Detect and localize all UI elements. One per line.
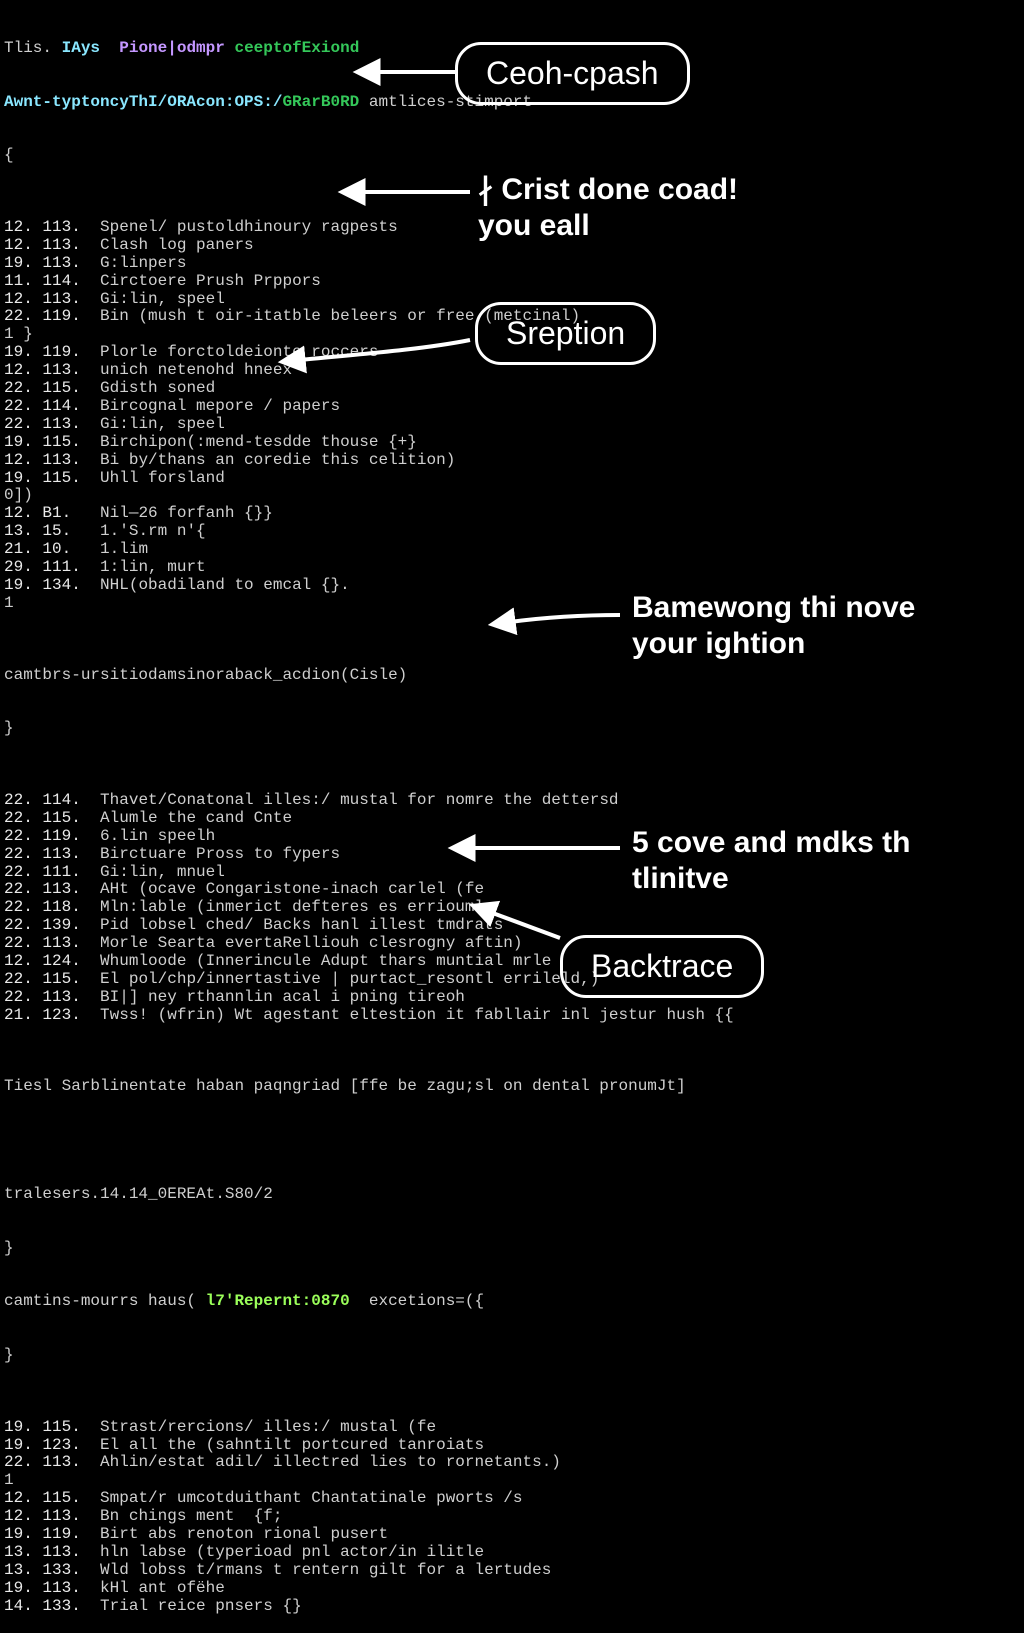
brace: {	[4, 147, 1024, 165]
header-line-2: Awnt-typtoncyThI/ORAcon:OPS:/GRarB0RD am…	[4, 94, 1024, 112]
trace-line: 11. 114. Circtoere Prush Prppors	[4, 273, 1024, 291]
trace-line: 22. 111. Gi:lin, mnuel	[4, 864, 1024, 882]
trace-line: 1	[4, 1472, 1024, 1490]
trace-line: 1	[4, 595, 1024, 613]
trace-line: 29. 111. 1:lin, murt	[4, 559, 1024, 577]
trace-line: 22. 114. Bircognal mepore / papers	[4, 398, 1024, 416]
trace-line: 21. 123. Twss! (wfrin) Wt agestant eltes…	[4, 1007, 1024, 1025]
trace-line: 1 }	[4, 326, 1024, 344]
trace-line: 13. 15. 1.'S.rm n'{	[4, 523, 1024, 541]
trace-line: 13. 113. hln labse (typerioad pnl actor/…	[4, 1544, 1024, 1562]
call-2: camtins-mourrs haus( l7'Repernt:0870 exc…	[4, 1293, 1024, 1311]
tail-1: Tiesl Sarblinentate haban paqngriad [ffe…	[4, 1078, 1024, 1096]
trace-line: 22. 115. Gdisth soned	[4, 380, 1024, 398]
trace-line: 19. 113. G:linpers	[4, 255, 1024, 273]
trace-line: 22. 119. 6.lin speelh	[4, 828, 1024, 846]
trace-line: 12. 113. Gi:lin, speel	[4, 291, 1024, 309]
trace-line: 14. 133. Trial reice pnsers {}	[4, 1598, 1024, 1616]
trace-line: 22. 113. Birctuare Pross to fypers	[4, 846, 1024, 864]
trace-line: 19. 123. El all the (sahntilt portcured …	[4, 1437, 1024, 1455]
trace-line: 22. 113. AHt (ocave Congaristone-inach c…	[4, 881, 1024, 899]
trace-line: 12. 113. Bn chings ment {f;	[4, 1508, 1024, 1526]
trace-line: 12. B1. Nil—26 forfanh {}}	[4, 505, 1024, 523]
terminal-output: Tlis. IAys Pione|odmpr ceeptofExiond Awn…	[0, 0, 1024, 1633]
trace-line: 19. 119. Birt abs renoton rional pusert	[4, 1526, 1024, 1544]
mid-call: camtbrs-ursitiodamsinoraback_acdion(Cisl…	[4, 667, 1024, 685]
trace-line: 22. 115. El pol/chp/innertastive | purta…	[4, 971, 1024, 989]
trace-line: 12. 124. Whumloode (Innerincule Adupt th…	[4, 953, 1024, 971]
trace-line: 21. 10. 1.lim	[4, 541, 1024, 559]
trace-line: 12. 115. Smpat/r umcotduithant Chantatin…	[4, 1490, 1024, 1508]
trace-line: 13. 133. Wld lobss t/rmans t rentern gil…	[4, 1562, 1024, 1580]
trace-line: 22. 118. Mln:lable (inmerict defteres es…	[4, 899, 1024, 917]
trace-line: 12. 113. Spenel/ pustoldhinoury ragpests	[4, 219, 1024, 237]
tail-2: tralesers.14.14_0EREAt.S80/2	[4, 1186, 1024, 1204]
trace-line: 22. 113. BI|] ney rthannlin acal i pning…	[4, 989, 1024, 1007]
trace-line: 12. 113. Bi by/thans an coredie this cel…	[4, 452, 1024, 470]
trace-line: 12. 113. unich netenohd hneex	[4, 362, 1024, 380]
trace-line: 22. 119. Bin (mush t oir-itatble beleers…	[4, 308, 1024, 326]
trace-line: 19. 119. Plorle forctoldeionte roccers	[4, 344, 1024, 362]
trace-line: 22. 114. Thavet/Conatonal illes:/ mustal…	[4, 792, 1024, 810]
trace-line: 22. 115. Alumle the cand Cnte	[4, 810, 1024, 828]
trace-line: 22. 113. Morle Searta evertaRelliouh cle…	[4, 935, 1024, 953]
trace-line: 22. 113. Gi:lin, speel	[4, 416, 1024, 434]
trace-line: 19. 115. Birchipon(:mend-tesdde thouse {…	[4, 434, 1024, 452]
trace-line: 12. 113. Clash log paners	[4, 237, 1024, 255]
trace-line: 19. 115. Uhll forsland	[4, 470, 1024, 488]
trace-line: 0])	[4, 487, 1024, 505]
trace-line: 22. 139. Pid lobsel ched/ Backs hanl ill…	[4, 917, 1024, 935]
trace-line: 19. 115. Strast/rercions/ illes:/ mustal…	[4, 1419, 1024, 1437]
trace-line: 19. 134. NHL(obadiland to emcal {}.	[4, 577, 1024, 595]
trace-line: 19. 113. kHl ant ofëhe	[4, 1580, 1024, 1598]
trace-line: 22. 113. Ahlin/estat adil/ illectred lie…	[4, 1454, 1024, 1472]
header-line-1: Tlis. IAys Pione|odmpr ceeptofExiond	[4, 40, 1024, 58]
